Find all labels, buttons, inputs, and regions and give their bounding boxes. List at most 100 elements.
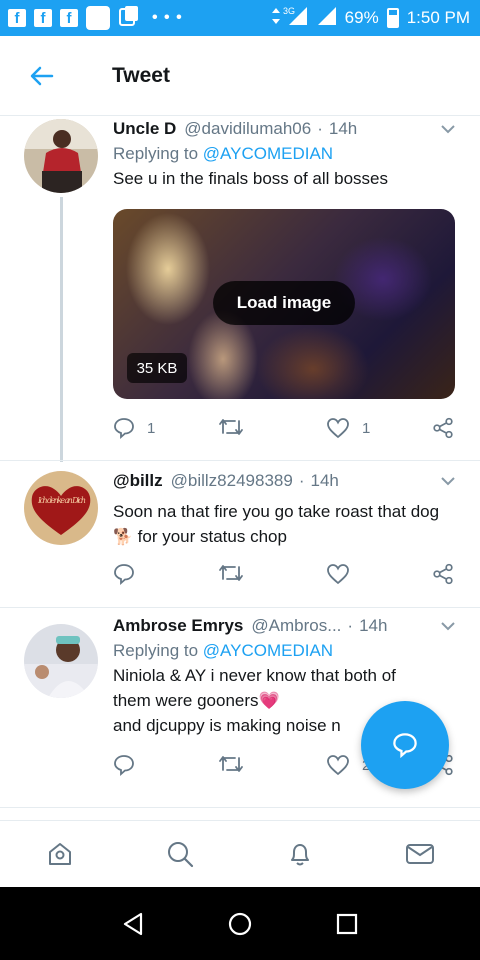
search-icon: [168, 842, 194, 868]
reply-icon: [114, 418, 134, 439]
messages-icon: [406, 844, 434, 864]
like-button[interactable]: 1: [326, 417, 370, 439]
home-icon: [49, 843, 71, 865]
chevron-down-icon: [441, 125, 455, 134]
timestamp: 14h: [310, 471, 339, 490]
avatar-text: Ich denke an Dich: [37, 496, 86, 505]
retweet-button[interactable]: [218, 417, 244, 437]
bottom-nav: [0, 820, 480, 887]
notifications-icon: [291, 844, 309, 866]
separator-dot: ·: [347, 616, 354, 635]
network-icon: 3G: [269, 5, 309, 32]
dog-emoji-icon: 🐕: [113, 529, 133, 546]
avatar[interactable]: [24, 624, 98, 698]
replying-to: Replying to @AYCOMEDIAN: [113, 144, 460, 164]
system-back-button[interactable]: [113, 904, 153, 944]
tweet-text-part: Soon na that fire you go take roast that…: [113, 502, 440, 521]
share-button[interactable]: [432, 417, 454, 439]
tweet-options-button[interactable]: [436, 469, 460, 493]
nav-home[interactable]: [0, 821, 120, 887]
like-button[interactable]: [326, 563, 362, 585]
author-handle[interactable]: @Ambros...: [251, 616, 341, 636]
home-circle-icon: [228, 912, 252, 935]
reply-button[interactable]: 1: [113, 417, 155, 439]
separator-dot: ·: [317, 119, 323, 138]
reply-fab-button[interactable]: [361, 701, 449, 789]
more-notifications-icon: • • •: [152, 9, 183, 26]
facebook-notification-icon: f: [60, 9, 78, 27]
tweet-options-button[interactable]: [436, 614, 460, 638]
tweet-text-line: them were gooners: [113, 691, 259, 710]
replying-prefix: Replying to: [113, 641, 199, 660]
media-size-badge: 35 KB: [127, 353, 187, 383]
battery-icon: [386, 8, 399, 28]
compose-reply-icon: [393, 733, 417, 758]
nav-messages[interactable]: [360, 821, 480, 887]
retweet-icon: [219, 419, 243, 435]
reply-mention-link[interactable]: @AYCOMEDIAN: [203, 641, 333, 660]
back-triangle-icon: [124, 912, 143, 935]
author-handle[interactable]: @billz82498389: [171, 471, 293, 491]
facebook-notification-icon: f: [8, 9, 26, 27]
system-home-button[interactable]: [220, 904, 260, 944]
tweet-text: Soon na that fire you go take roast that…: [113, 499, 460, 550]
app-notification-icon: [86, 6, 110, 30]
system-recents-button[interactable]: [327, 904, 367, 944]
retweet-icon: [219, 756, 243, 772]
reply-icon: [114, 564, 134, 585]
author-handle[interactable]: @davidilumah06: [184, 119, 311, 139]
reply-count: 1: [147, 419, 156, 437]
tweet[interactable]: Uncle D @davidilumah06 · 14h Replying to…: [0, 117, 480, 462]
clock: 1:50 PM: [406, 8, 470, 27]
load-image-button[interactable]: Load image: [213, 281, 355, 325]
reply-button[interactable]: [113, 754, 147, 776]
reply-button[interactable]: [113, 563, 147, 585]
app-header: Tweet: [0, 36, 480, 116]
author-name[interactable]: Uncle D: [113, 119, 176, 139]
avatar[interactable]: [24, 119, 98, 193]
tweet-text-line: Niniola & AY i never know that both of: [113, 666, 396, 685]
chevron-down-icon: [441, 477, 455, 486]
retweet-button[interactable]: [218, 563, 244, 583]
retweet-button[interactable]: [218, 754, 244, 774]
signal-icon: [317, 6, 337, 31]
nav-notifications[interactable]: [240, 821, 360, 887]
tweet-actions: 1 1: [0, 417, 480, 445]
tweet-text: See u in the finals boss of all bosses: [113, 169, 388, 188]
media-preview[interactable]: Load image 35 KB: [113, 209, 455, 399]
replying-prefix: Replying to: [113, 144, 199, 163]
facebook-notification-icon: f: [34, 9, 52, 27]
nav-search[interactable]: [120, 821, 240, 887]
back-button[interactable]: [0, 36, 84, 116]
retweet-icon: [219, 565, 243, 581]
timestamp: 14h: [328, 119, 358, 138]
tweet-text-part: for your status chop: [132, 527, 287, 546]
arrow-left-icon: [30, 66, 54, 85]
heart-icon: [327, 755, 349, 776]
tweet-options-button[interactable]: [436, 117, 460, 141]
share-button[interactable]: [432, 563, 454, 585]
timestamp: 14h: [359, 616, 388, 635]
share-icon: [433, 563, 453, 585]
author-name[interactable]: Ambrose Emrys: [113, 616, 243, 636]
recents-square-icon: [336, 913, 357, 934]
separator-dot: ·: [298, 471, 305, 490]
author-name[interactable]: @billz: [113, 471, 163, 491]
reply-mention-link[interactable]: @AYCOMEDIAN: [203, 144, 333, 163]
heart-icon: [327, 564, 349, 585]
battery-percent: 69%: [344, 8, 379, 27]
status-bar: f f f • • • 3G 69% 1:50 PM: [0, 0, 480, 36]
avatar[interactable]: Ich denke an Dich: [24, 471, 98, 545]
replying-to: Replying to @AYCOMEDIAN: [113, 641, 460, 661]
copy-notification-icon: [118, 5, 140, 32]
svg-text:3G: 3G: [283, 6, 295, 16]
reply-icon: [114, 755, 134, 776]
system-nav-bar: [0, 887, 480, 960]
tweet-actions: [0, 563, 480, 591]
sparkling-heart-emoji-icon: 💗: [258, 691, 280, 710]
like-count: 1: [362, 419, 371, 437]
heart-icon: [327, 418, 349, 439]
page-title: Tweet: [112, 63, 170, 87]
chevron-down-icon: [441, 622, 455, 631]
tweet[interactable]: Ich denke an Dich @billz @billz82498389 …: [0, 460, 480, 608]
